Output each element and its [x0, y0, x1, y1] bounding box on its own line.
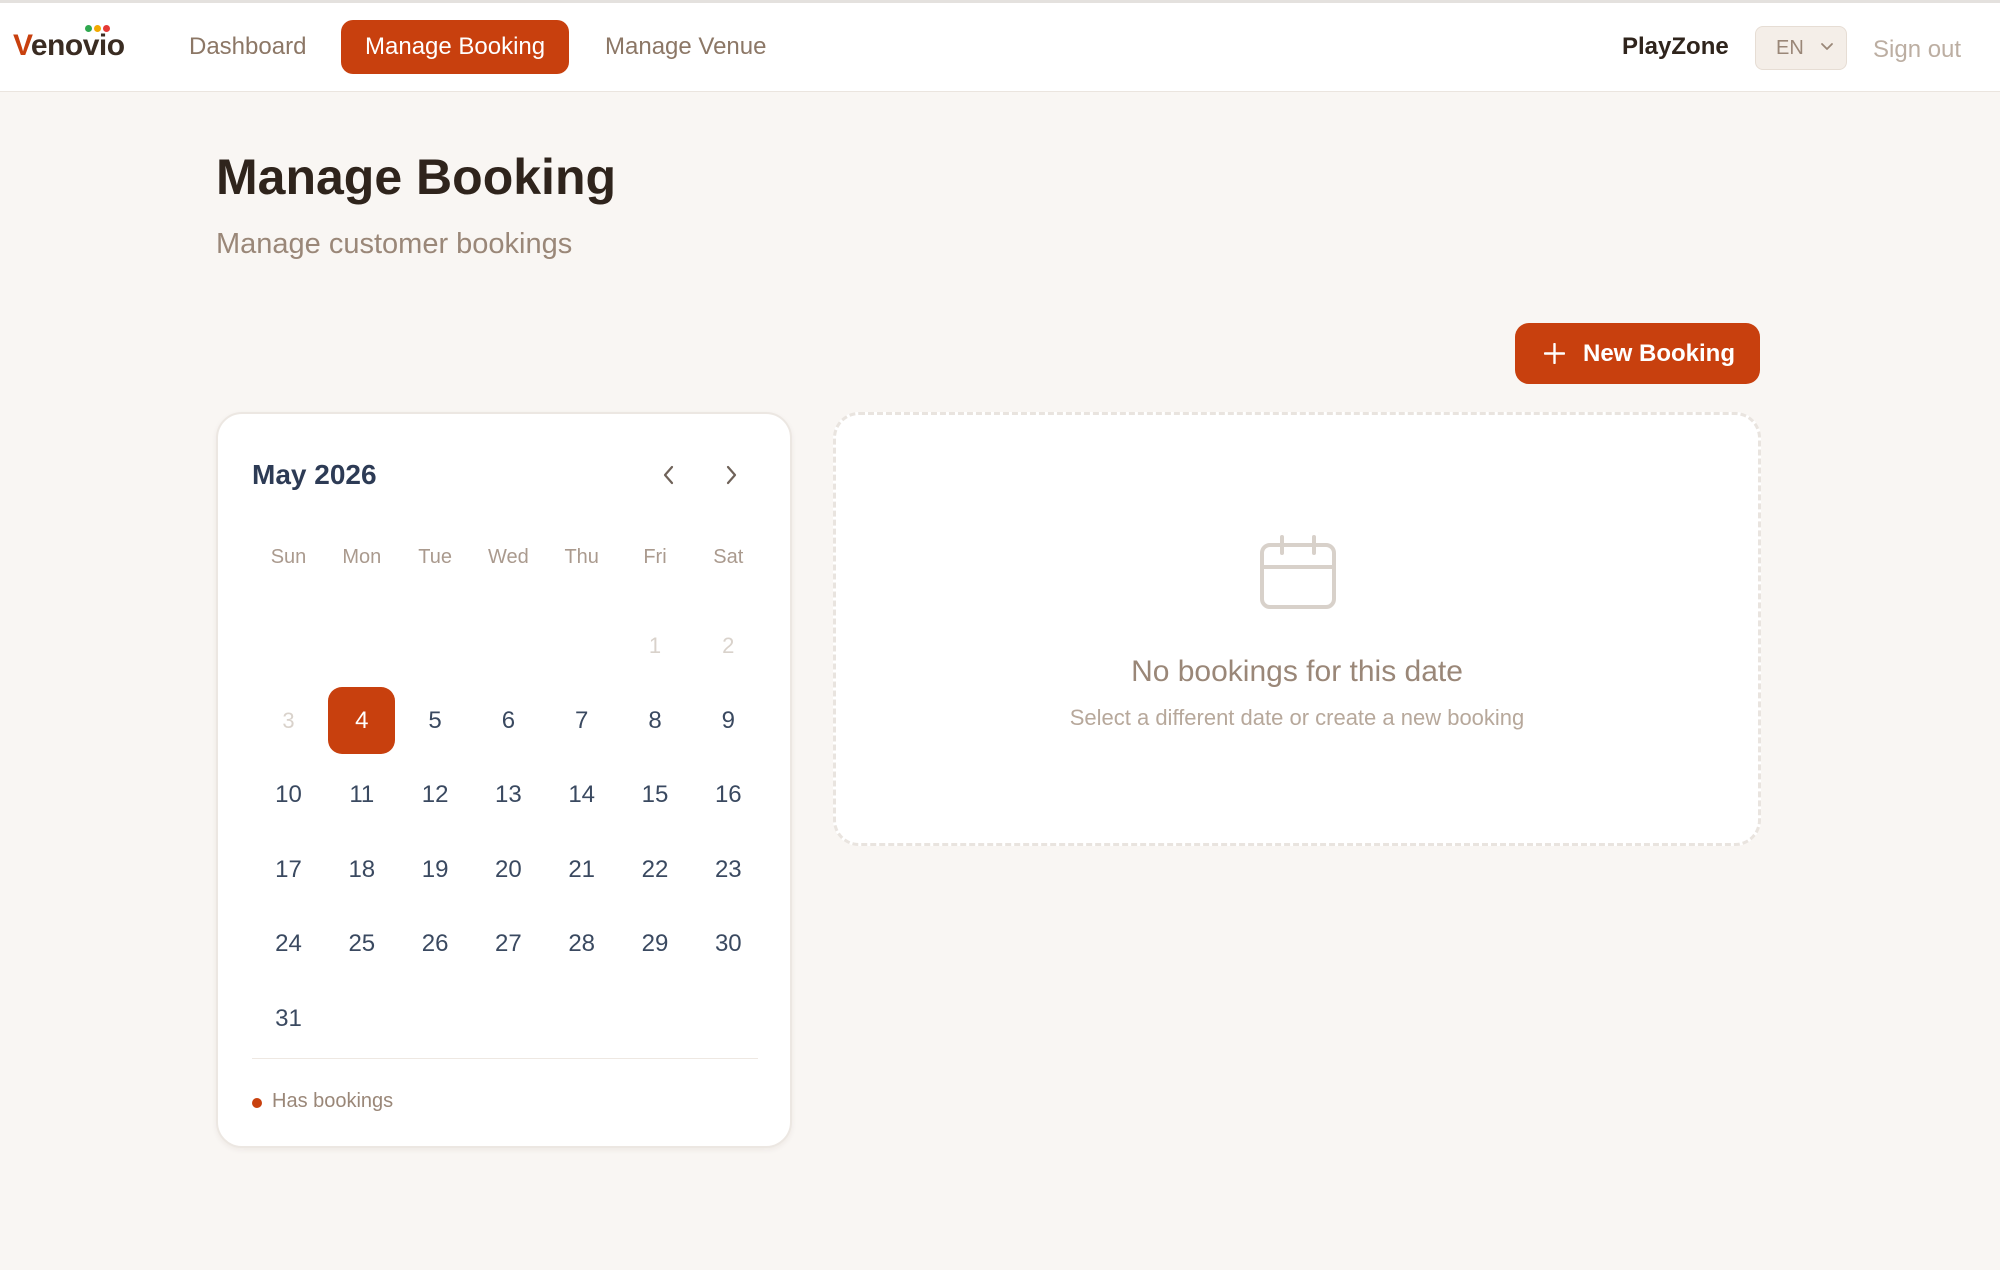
logo-dots-icon: [85, 25, 115, 33]
calendar-day-27[interactable]: 27: [475, 910, 542, 977]
calendar-day-14[interactable]: 14: [548, 761, 615, 828]
calendar-day-5[interactable]: 5: [402, 687, 469, 754]
calendar-day-23[interactable]: 23: [695, 836, 762, 903]
calendar-day-15[interactable]: 15: [622, 761, 689, 828]
calendar-card: May 2026 Sun Mon Tue Wed Thu Fri Sat 123456789…: [216, 412, 792, 1148]
calendar-day-20[interactable]: 20: [475, 836, 542, 903]
logo-text: Venovio: [13, 29, 125, 62]
language-value: EN: [1776, 37, 1804, 59]
calendar-day-11[interactable]: 11: [328, 761, 395, 828]
empty-state-title: No bookings for this date: [1131, 655, 1463, 688]
calendar-day-13[interactable]: 13: [475, 761, 542, 828]
calendar-day-29[interactable]: 29: [622, 910, 689, 977]
weekday-sun: Sun: [270, 546, 307, 568]
calendar-day-16[interactable]: 16: [695, 761, 762, 828]
weekday-mon: Mon: [342, 546, 382, 568]
sign-out-link[interactable]: Sign out: [1873, 36, 1961, 64]
calendar-day-9[interactable]: 9: [695, 687, 762, 754]
calendar-day-7[interactable]: 7: [548, 687, 615, 754]
plus-icon: [1544, 343, 1565, 364]
calendar-day-21[interactable]: 21: [548, 836, 615, 903]
page-subtitle: Manage customer bookings: [216, 228, 573, 260]
new-booking-label: New Booking: [1583, 340, 1736, 367]
calendar-day-1: 1: [648, 633, 662, 658]
calendar-day-19[interactable]: 19: [402, 836, 469, 903]
calendar-day-24[interactable]: 24: [255, 910, 322, 977]
calendar-month-label: May 2026: [252, 459, 377, 490]
calendar-day-18[interactable]: 18: [328, 836, 395, 903]
weekday-fri: Fri: [643, 546, 667, 568]
language-select[interactable]: EN: [1755, 26, 1847, 70]
calendar-day-30[interactable]: 30: [695, 910, 762, 977]
calendar-day-31[interactable]: 31: [255, 985, 322, 1052]
nav-dashboard[interactable]: Dashboard: [165, 20, 330, 74]
calendar-day-6[interactable]: 6: [475, 687, 542, 754]
calendar-day-10[interactable]: 10: [255, 761, 322, 828]
nav-manage-venue[interactable]: Manage Venue: [581, 20, 790, 74]
chevron-left-icon[interactable]: [658, 464, 680, 486]
bookings-empty-panel: No bookings for this date Select a diffe…: [833, 412, 1761, 846]
calendar-day-26[interactable]: 26: [402, 910, 469, 977]
empty-state-subtitle: Select a different date or create a new …: [1069, 705, 1525, 730]
venue-brand-name: PlayZone: [1622, 33, 1729, 60]
logo[interactable]: Venovio: [13, 25, 125, 69]
calendar-day-2: 2: [722, 633, 735, 658]
weekday-wed: Wed: [488, 546, 529, 568]
new-booking-button[interactable]: New Booking: [1515, 323, 1760, 384]
calendar-day-4[interactable]: 4: [328, 686, 396, 754]
has-bookings-dot-icon: [252, 1098, 262, 1108]
calendar-divider: [252, 1058, 758, 1059]
legend-label: Has bookings: [272, 1090, 394, 1112]
weekday-tue: Tue: [418, 546, 452, 568]
weekday-thu: Thu: [564, 546, 599, 568]
calendar-icon: [1260, 535, 1336, 609]
calendar-day-28[interactable]: 28: [548, 910, 615, 977]
calendar-day-17[interactable]: 17: [255, 836, 322, 903]
top-navbar: Venovio Dashboard Manage Booking Manage …: [0, 3, 2000, 92]
page-title: Manage Booking: [216, 149, 617, 205]
chevron-down-icon: [1821, 43, 1833, 50]
calendar-day-22[interactable]: 22: [622, 836, 689, 903]
chevron-right-icon[interactable]: [720, 464, 742, 486]
nav-manage-booking[interactable]: Manage Booking: [341, 20, 570, 74]
calendar-day-3: 3: [282, 707, 295, 733]
calendar-day-25[interactable]: 25: [328, 910, 395, 977]
weekday-sat: Sat: [713, 546, 744, 568]
calendar-day-12[interactable]: 12: [402, 761, 469, 828]
calendar-day-8[interactable]: 8: [622, 687, 689, 754]
